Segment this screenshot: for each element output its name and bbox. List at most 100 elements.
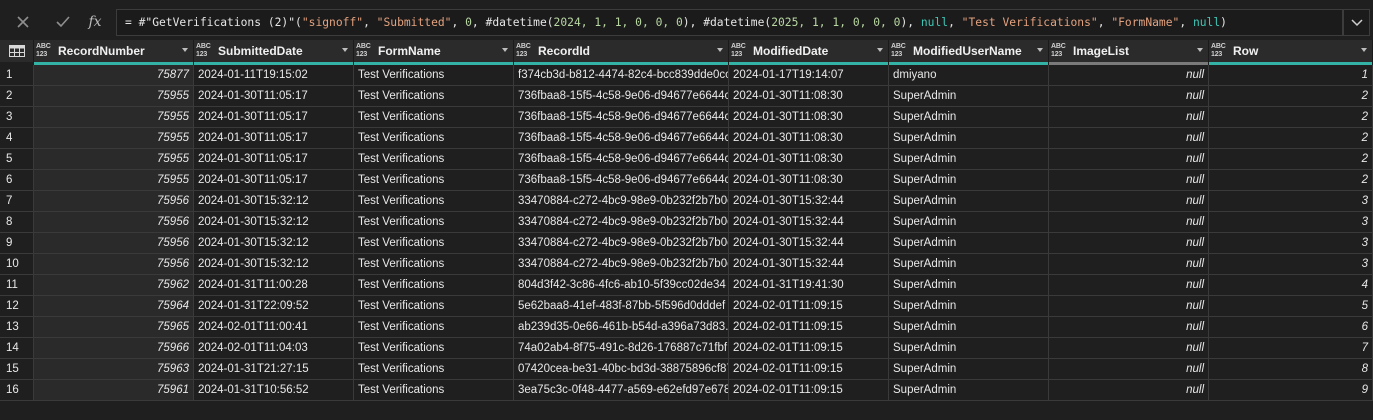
table-cell[interactable]: null bbox=[1049, 317, 1209, 338]
column-header-modifieddate[interactable]: ABC 123 ModifiedDate bbox=[729, 40, 889, 65]
table-cell[interactable]: 2024-01-31T19:41:30 bbox=[729, 275, 889, 296]
table-cell[interactable]: ab239d35-0e66-461b-b54d-a396a73d83... bbox=[514, 317, 729, 338]
table-cell[interactable]: 2024-01-31T11:00:28 bbox=[194, 275, 354, 296]
column-filter-dropdown-icon[interactable] bbox=[1361, 48, 1367, 52]
table-cell[interactable]: 33470884-c272-4bc9-98e9-0b232f2b7b0e bbox=[514, 212, 729, 233]
table-cell[interactable]: 3 bbox=[1209, 212, 1373, 233]
table-cell[interactable]: 804d3f42-3c86-4fc6-ab10-5f39cc02de34 bbox=[514, 275, 729, 296]
table-cell[interactable]: 2024-01-31T21:27:15 bbox=[194, 359, 354, 380]
table-cell[interactable]: Test Verifications bbox=[354, 338, 514, 359]
table-cell[interactable]: 2024-01-30T11:08:30 bbox=[729, 149, 889, 170]
table-cell[interactable]: 2024-02-01T11:09:15 bbox=[729, 380, 889, 401]
row-number[interactable]: 8 bbox=[0, 212, 34, 233]
column-filter-dropdown-icon[interactable] bbox=[1037, 48, 1043, 52]
table-cell[interactable]: 4 bbox=[1209, 275, 1373, 296]
table-cell[interactable]: 2 bbox=[1209, 107, 1373, 128]
table-cell[interactable]: 7 bbox=[1209, 338, 1373, 359]
table-cell[interactable]: 2024-01-30T11:08:30 bbox=[729, 170, 889, 191]
table-cell[interactable]: null bbox=[1049, 338, 1209, 359]
row-number[interactable]: 2 bbox=[0, 86, 34, 107]
row-number[interactable]: 3 bbox=[0, 107, 34, 128]
row-number[interactable]: 14 bbox=[0, 338, 34, 359]
table-cell[interactable]: 33470884-c272-4bc9-98e9-0b232f2b7b0e bbox=[514, 233, 729, 254]
fx-icon[interactable]: fx bbox=[82, 10, 108, 34]
table-cell[interactable]: 2024-01-30T11:05:17 bbox=[194, 149, 354, 170]
table-cell[interactable]: null bbox=[1049, 170, 1209, 191]
table-cell[interactable]: 75961 bbox=[34, 380, 194, 401]
table-cell[interactable]: null bbox=[1049, 233, 1209, 254]
table-cell[interactable]: SuperAdmin bbox=[889, 338, 1049, 359]
row-number[interactable]: 15 bbox=[0, 359, 34, 380]
table-cell[interactable]: null bbox=[1049, 296, 1209, 317]
table-cell[interactable]: null bbox=[1049, 149, 1209, 170]
table-cell[interactable]: null bbox=[1049, 275, 1209, 296]
table-cell[interactable]: 2024-01-30T11:08:30 bbox=[729, 107, 889, 128]
column-filter-dropdown-icon[interactable] bbox=[1197, 48, 1203, 52]
table-cell[interactable]: null bbox=[1049, 128, 1209, 149]
table-cell[interactable]: SuperAdmin bbox=[889, 212, 1049, 233]
table-cell[interactable]: 75955 bbox=[34, 170, 194, 191]
table-cell[interactable]: 2024-01-30T15:32:44 bbox=[729, 191, 889, 212]
table-cell[interactable]: 74a02ab4-8f75-491c-8d26-176887c71fbf bbox=[514, 338, 729, 359]
table-cell[interactable]: SuperAdmin bbox=[889, 296, 1049, 317]
row-number[interactable]: 9 bbox=[0, 233, 34, 254]
table-cell[interactable]: 75964 bbox=[34, 296, 194, 317]
table-cell[interactable]: null bbox=[1049, 191, 1209, 212]
table-cell[interactable]: 2 bbox=[1209, 86, 1373, 107]
row-number[interactable]: 1 bbox=[0, 65, 34, 86]
table-cell[interactable]: 2024-01-30T15:32:44 bbox=[729, 212, 889, 233]
table-cell[interactable]: SuperAdmin bbox=[889, 317, 1049, 338]
cancel-icon[interactable] bbox=[10, 10, 36, 34]
table-cell[interactable]: Test Verifications bbox=[354, 359, 514, 380]
table-cell[interactable]: 3ea75c3c-0f48-4477-a569-e62efd97e678 bbox=[514, 380, 729, 401]
table-cell[interactable]: SuperAdmin bbox=[889, 233, 1049, 254]
type-any-icon[interactable]: ABC 123 bbox=[731, 43, 746, 58]
column-header-modifiedusername[interactable]: ABC 123 ModifiedUserName bbox=[889, 40, 1049, 65]
table-cell[interactable]: Test Verifications bbox=[354, 254, 514, 275]
table-menu-icon[interactable] bbox=[0, 40, 34, 62]
table-cell[interactable]: dmiyano bbox=[889, 65, 1049, 86]
row-number[interactable]: 13 bbox=[0, 317, 34, 338]
commit-check-icon[interactable] bbox=[50, 10, 76, 34]
table-cell[interactable]: 2 bbox=[1209, 149, 1373, 170]
table-cell[interactable]: SuperAdmin bbox=[889, 191, 1049, 212]
table-cell[interactable]: null bbox=[1049, 65, 1209, 86]
table-cell[interactable]: Test Verifications bbox=[354, 275, 514, 296]
table-cell[interactable]: null bbox=[1049, 86, 1209, 107]
table-cell[interactable]: 2024-01-17T19:14:07 bbox=[729, 65, 889, 86]
row-number[interactable]: 5 bbox=[0, 149, 34, 170]
table-cell[interactable]: 75955 bbox=[34, 149, 194, 170]
table-cell[interactable]: SuperAdmin bbox=[889, 107, 1049, 128]
table-cell[interactable]: 33470884-c272-4bc9-98e9-0b232f2b7b0e bbox=[514, 254, 729, 275]
table-cell[interactable]: 736fbaa8-15f5-4c58-9e06-d94677e6644c bbox=[514, 149, 729, 170]
table-cell[interactable]: Test Verifications bbox=[354, 149, 514, 170]
table-cell[interactable]: 75955 bbox=[34, 86, 194, 107]
row-number[interactable]: 6 bbox=[0, 170, 34, 191]
table-cell[interactable]: 75955 bbox=[34, 128, 194, 149]
table-cell[interactable]: null bbox=[1049, 359, 1209, 380]
table-cell[interactable]: 2024-01-31T10:56:52 bbox=[194, 380, 354, 401]
table-cell[interactable]: 3 bbox=[1209, 191, 1373, 212]
column-filter-dropdown-icon[interactable] bbox=[502, 48, 508, 52]
table-cell[interactable]: 2024-01-30T11:05:17 bbox=[194, 128, 354, 149]
table-cell[interactable]: 2024-02-01T11:09:15 bbox=[729, 317, 889, 338]
table-cell[interactable]: 2024-01-30T11:08:30 bbox=[729, 128, 889, 149]
table-cell[interactable]: 736fbaa8-15f5-4c58-9e06-d94677e6644c bbox=[514, 170, 729, 191]
table-cell[interactable]: 2024-02-01T11:09:15 bbox=[729, 359, 889, 380]
table-cell[interactable]: 07420cea-be31-40bc-bd3d-38875896cf87 bbox=[514, 359, 729, 380]
table-cell[interactable]: 736fbaa8-15f5-4c58-9e06-d94677e6644c bbox=[514, 107, 729, 128]
table-cell[interactable]: 2024-01-30T15:32:12 bbox=[194, 191, 354, 212]
type-any-icon[interactable]: ABC 123 bbox=[196, 43, 211, 58]
table-cell[interactable]: Test Verifications bbox=[354, 233, 514, 254]
row-number[interactable]: 7 bbox=[0, 191, 34, 212]
table-cell[interactable]: Test Verifications bbox=[354, 317, 514, 338]
type-any-icon[interactable]: ABC 123 bbox=[1211, 43, 1226, 58]
table-cell[interactable]: 2024-01-30T11:05:17 bbox=[194, 86, 354, 107]
table-cell[interactable]: 2024-01-30T11:08:30 bbox=[729, 86, 889, 107]
column-header-row[interactable]: ABC 123 Row bbox=[1209, 40, 1373, 65]
table-cell[interactable]: Test Verifications bbox=[354, 191, 514, 212]
type-any-icon[interactable]: ABC 123 bbox=[516, 43, 531, 58]
table-cell[interactable]: 2024-01-30T11:05:17 bbox=[194, 107, 354, 128]
table-cell[interactable]: 75877 bbox=[34, 65, 194, 86]
table-cell[interactable]: 2024-01-30T15:32:12 bbox=[194, 212, 354, 233]
